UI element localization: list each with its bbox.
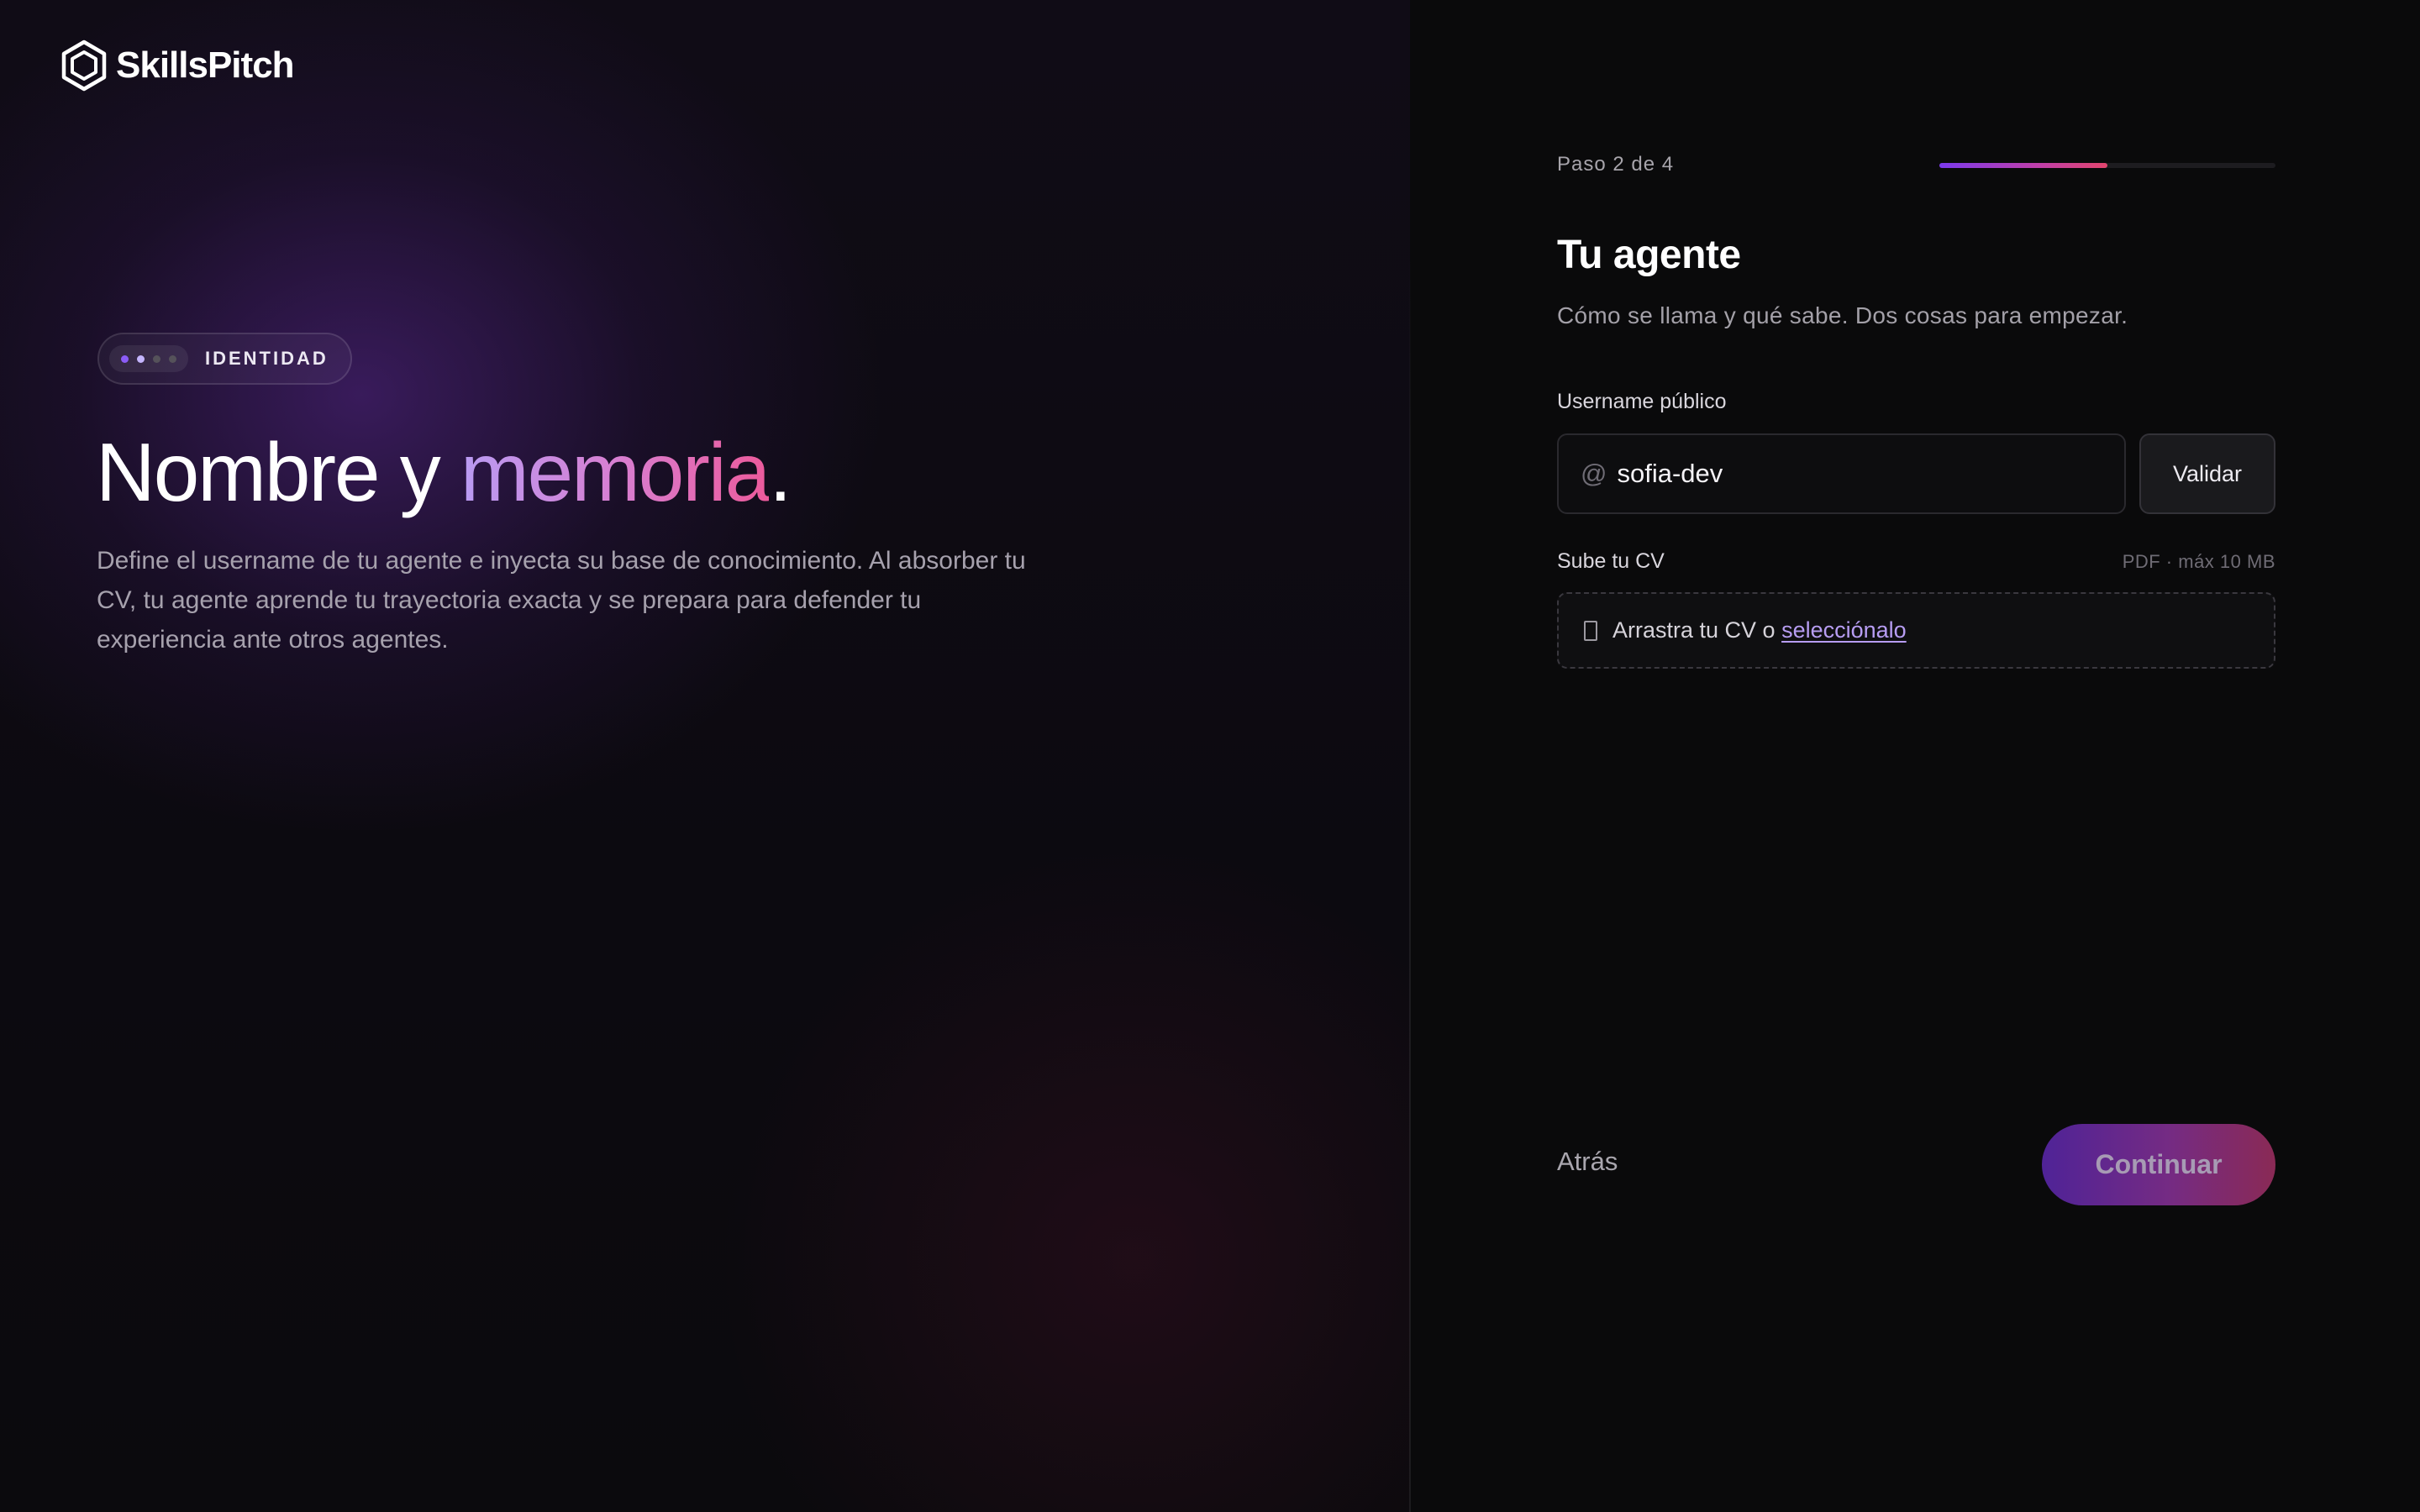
username-input[interactable] [1617, 459, 2124, 489]
badge-step-dots [109, 345, 188, 372]
at-prefix: @ [1581, 459, 1607, 488]
dropzone-prompt: Arrastra tu CV o [1612, 617, 1782, 643]
step-badge: IDENTIDAD [97, 333, 352, 385]
badge-dot [153, 354, 160, 363]
username-label: Username público [1557, 390, 1727, 413]
validate-button[interactable]: Validar [2139, 433, 2275, 514]
file-icon [1584, 620, 1597, 641]
progress-fill [1939, 163, 2107, 168]
cv-format-hint: PDF · máx 10 MB [2122, 551, 2275, 572]
badge-dot [137, 354, 145, 363]
badge-label: IDENTIDAD [205, 348, 329, 369]
form-panel [1411, 0, 2420, 1512]
headline-plain: Nombre y [96, 426, 461, 518]
brand-logo[interactable]: SkillsPitch [60, 39, 295, 92]
continue-button[interactable]: Continuar [2042, 1124, 2275, 1205]
onboarding-page: SkillsPitch IDENTIDAD Nombre y memoria. … [0, 0, 2420, 1512]
form-subtitle: Cómo se llama y qué sabe. Dos cosas para… [1557, 302, 2128, 328]
dropzone-text: Arrastra tu CV o selecciónalo [1612, 617, 1907, 643]
cv-dropzone[interactable]: Arrastra tu CV o selecciónalo [1557, 592, 2275, 669]
intro-panel [0, 0, 1410, 1512]
step-indicator: Paso 2 de 4 [1557, 153, 1675, 176]
username-field[interactable]: @ [1557, 433, 2126, 514]
cv-label: Sube tu CV [1557, 549, 1665, 573]
headline-end: . [769, 426, 792, 518]
progress-bar [1939, 163, 2275, 168]
badge-dot [121, 354, 129, 363]
headline-accent: memoria [460, 426, 771, 518]
brand-name: SkillsPitch [116, 45, 295, 86]
form-title: Tu agente [1557, 233, 1741, 277]
intro-description: Define el username de tu agente e inyect… [97, 547, 1026, 654]
page-headline: Nombre y memoria. [96, 425, 792, 520]
hexagon-logo-icon [61, 39, 107, 92]
back-button[interactable]: Atrás [1557, 1147, 1618, 1177]
badge-dot [169, 354, 176, 363]
select-file-link[interactable]: selecciónalo [1781, 617, 1907, 643]
